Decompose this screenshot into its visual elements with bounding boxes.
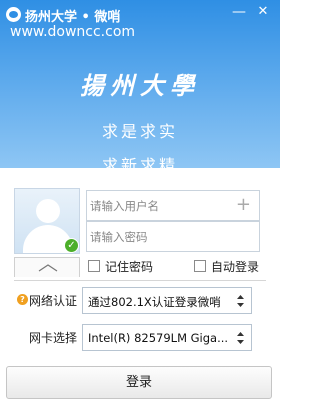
add-account-icon[interactable]: + [236, 195, 251, 215]
close-button[interactable]: ✕ [252, 2, 274, 22]
help-icon[interactable]: ? [17, 294, 28, 305]
motto-line-2: 求新求精 [101, 156, 178, 175]
watermark-text: www.downcc.com [10, 24, 136, 40]
nic-select[interactable]: Intel(R) 82579LM Giga... [82, 324, 252, 351]
password-input[interactable] [87, 222, 237, 251]
remember-password-label[interactable]: 记住密码 [105, 258, 153, 275]
avatar-head [36, 199, 60, 223]
app-logo-icon [6, 7, 21, 22]
username-field-container: + [86, 190, 260, 221]
password-field-container [86, 221, 260, 252]
motto-line-1: 求是求实 [101, 122, 178, 141]
window-title: 扬州大学 • 微哨 [25, 10, 121, 25]
header-banner: 扬州大学 • 微哨 — ✕ www.downcc.com 揚州大學 求是求实 求… [0, 0, 280, 175]
nic-value: Intel(R) 82579LM Giga... [88, 331, 229, 345]
minimize-button[interactable]: — [228, 2, 250, 22]
select-arrows-icon [237, 295, 244, 307]
auto-login-label[interactable]: 自动登录 [211, 258, 259, 275]
school-name-logo: 揚州大學 [80, 71, 200, 100]
username-input[interactable] [87, 191, 237, 220]
select-arrows-icon [237, 332, 244, 344]
remember-password-checkbox[interactable] [88, 260, 100, 272]
auth-method-select[interactable]: 通过802.1X认证登录微哨 [82, 287, 252, 314]
collapse-settings-button[interactable] [14, 257, 80, 277]
chevron-up-icon [38, 264, 58, 272]
online-status-icon: ✓ [64, 238, 79, 253]
login-button[interactable]: 登录 [6, 366, 272, 399]
auth-method-label: 网络认证 [29, 294, 78, 308]
auto-login-checkbox[interactable] [194, 260, 206, 272]
auth-method-value: 通过802.1X认证登录微哨 [88, 295, 221, 309]
nic-select-label: 网卡选择 [29, 331, 78, 345]
